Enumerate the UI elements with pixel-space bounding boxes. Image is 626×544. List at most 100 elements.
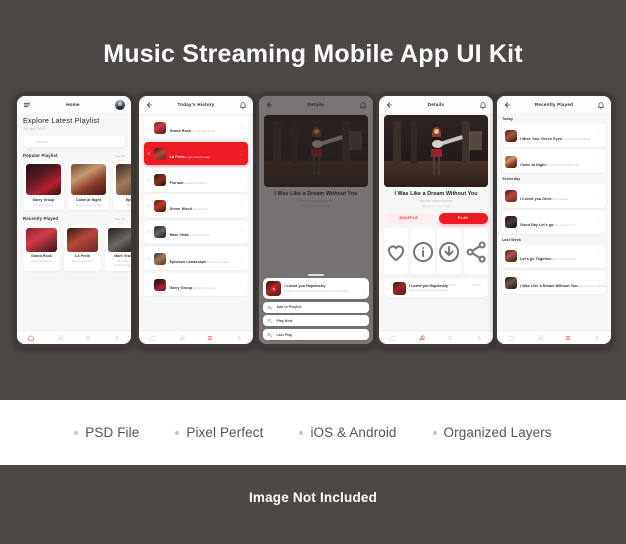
nav-person-icon[interactable] xyxy=(114,335,120,341)
more-options-icon[interactable]: ⋮ xyxy=(361,286,366,291)
list-item[interactable]: 3 FloriumIngredia Nutrisha ⋮ xyxy=(144,168,248,192)
list-item[interactable]: 2 La PerlaFergus Douchebag ⋮ xyxy=(144,142,248,166)
see-all-link[interactable]: See all xyxy=(115,154,125,158)
nav-list-icon[interactable] xyxy=(85,335,91,341)
menu-item-add-to-playlist[interactable]: Add to Playlist › xyxy=(263,301,369,313)
nav-person-icon[interactable] xyxy=(476,335,482,341)
feature-item: Organized Layers xyxy=(432,425,552,440)
album-art xyxy=(70,164,107,196)
track-title: I Miss Your Green Eyes xyxy=(520,136,562,141)
bottom-nav xyxy=(17,330,131,344)
more-options-icon[interactable]: ⋮ xyxy=(239,230,244,235)
track-title: I Loved you Hopelessly xyxy=(409,284,448,289)
playlist-card[interactable]: Grand Rock Hugh Saturation xyxy=(23,224,60,271)
more-options-icon[interactable]: ⋮ xyxy=(239,125,244,130)
playlist-card[interactable]: Come at Night Fergus Douchebag xyxy=(68,161,109,211)
nav-home-icon[interactable] xyxy=(28,335,34,341)
track-title: Good Day Let's go xyxy=(520,223,554,228)
track-artist: Fergus Douchebag xyxy=(184,154,210,159)
drag-handle[interactable] xyxy=(308,274,324,276)
list-item[interactable]: 6 Ephesus LandscapeBenjamin Evalent ⋮ xyxy=(144,246,248,271)
nav-music-icon[interactable] xyxy=(537,334,543,341)
playlist-card[interactable]: Ephesus Benjamin xyxy=(113,161,131,211)
more-options-icon[interactable]: ⋮ xyxy=(597,193,602,198)
list-item[interactable]: Come at NightIndependentista Brossan ⋮ xyxy=(502,150,606,174)
playlist-card[interactable]: Garry Group Gunther Beard xyxy=(23,161,64,211)
more-options-icon[interactable]: ⋮ xyxy=(597,133,602,138)
back-arrow-icon[interactable] xyxy=(385,101,393,109)
track-artist: Alan Fresco xyxy=(191,207,208,212)
feature-label: PSD File xyxy=(85,425,140,440)
heading-date: 19 Sep, 2022 xyxy=(23,127,46,132)
nav-person-icon[interactable] xyxy=(594,335,600,341)
track-artist: Max Conversion xyxy=(553,223,576,228)
playlist-card[interactable]: La Perla Max Conversion xyxy=(64,224,101,271)
play-icon[interactable] xyxy=(270,285,277,292)
more-options-icon[interactable]: ⋮ xyxy=(597,159,602,164)
more-options-icon[interactable]: ⋮ xyxy=(597,254,602,259)
now-playing-description: Curabitur ut aoequet lectus amet efficit… xyxy=(284,289,349,293)
list-item[interactable]: Let's go TogetherWisteria Valentine ⋮ xyxy=(502,244,606,268)
album-info-button[interactable]: Album Info xyxy=(410,227,435,287)
download-icon xyxy=(437,231,461,273)
track-artist: Benjamin Evalent xyxy=(206,259,230,264)
share-button[interactable]: Share xyxy=(463,227,488,287)
track-artist: Manuel Internetquelle xyxy=(577,283,607,288)
nav-music-icon[interactable] xyxy=(419,334,425,341)
nav-home-icon[interactable] xyxy=(508,335,514,341)
info-icon xyxy=(411,231,435,273)
list-item[interactable]: 1 Grand RockGriff Bladderbeast ⋮ xyxy=(144,116,248,140)
list-item[interactable]: I Was Like a Dream Without YouManuel Int… xyxy=(502,270,607,295)
share-icon xyxy=(464,231,488,273)
download-button[interactable]: Download xyxy=(437,227,462,287)
track-number: 3 xyxy=(147,177,150,182)
nav-home-icon[interactable] xyxy=(150,335,156,341)
track-number: 4 xyxy=(147,204,150,209)
list-item[interactable]: I Loved you OnceJens Strohm ⋮ xyxy=(502,184,606,208)
more-options-icon[interactable]: ⋮ xyxy=(239,151,244,156)
more-options-icon[interactable]: ⋮ xyxy=(239,282,244,287)
track-artist: Manuel Internetquelle xyxy=(561,136,591,141)
track-title: Florium xyxy=(169,180,184,185)
more-options-icon[interactable]: ⋮ xyxy=(239,256,244,261)
bell-icon[interactable] xyxy=(597,101,605,109)
menu-item-play-next[interactable]: Play Next › xyxy=(263,315,369,327)
bell-icon[interactable] xyxy=(479,101,487,109)
nav-home-icon[interactable] xyxy=(390,335,396,341)
bell-icon[interactable] xyxy=(239,101,247,109)
now-playing-card[interactable]: I Loved you Hopelessly Curabitur ut aoeq… xyxy=(263,278,369,300)
more-options-icon[interactable]: ⋮ xyxy=(597,220,602,225)
playlist-card[interactable]: Mare Vista Benjamin Entertainment xyxy=(105,224,131,271)
more-options-icon[interactable]: ⋮ xyxy=(597,280,602,285)
nav-list-icon[interactable] xyxy=(207,335,213,341)
search-input[interactable]: Search xyxy=(23,136,125,153)
avatar[interactable] xyxy=(115,99,125,110)
see-all-link[interactable]: See all xyxy=(115,217,125,221)
history-appbar-title: Today's History xyxy=(177,102,215,107)
list-item[interactable]: Good Day Let's goMax Conversion ⋮ xyxy=(502,210,606,234)
group-label: Today xyxy=(502,117,514,121)
nav-list-icon[interactable] xyxy=(565,335,571,341)
more-options-icon[interactable]: ⋮ xyxy=(239,177,244,182)
nav-music-icon[interactable] xyxy=(57,334,63,341)
group-label: Yesterday xyxy=(502,177,521,182)
more-options-icon[interactable]: ⋮ xyxy=(239,204,244,209)
nav-music-icon[interactable] xyxy=(179,334,185,341)
list-item[interactable]: 7 Garry GroupValentino Morose ⋮ xyxy=(144,273,248,297)
nav-person-icon[interactable] xyxy=(236,335,242,341)
back-arrow-icon[interactable] xyxy=(503,101,511,109)
album-art xyxy=(392,281,406,295)
group-label: Last Week xyxy=(502,237,522,242)
shuffle-button[interactable]: SHUFFLE xyxy=(384,212,434,224)
track-artist: Ingredia Nutrisha xyxy=(183,180,207,185)
menu-item-last-play[interactable]: Last Play › xyxy=(263,329,369,340)
list-item[interactable]: I Miss Your Green EyesManuel Internetque… xyxy=(502,124,606,148)
back-arrow-icon[interactable] xyxy=(145,101,153,109)
hamburger-icon[interactable] xyxy=(23,101,31,109)
more-options-icon[interactable]: ⋮ xyxy=(479,286,484,291)
nav-list-icon[interactable] xyxy=(447,335,453,341)
list-item[interactable]: 5 Mare VistaDesmond Eagle ⋮ xyxy=(144,220,248,244)
list-item[interactable]: 4 Green WoodAlan Fresco ⋮ xyxy=(144,194,248,218)
favorite-button[interactable]: Favorite xyxy=(384,227,409,287)
play-button[interactable]: PLAY xyxy=(438,212,488,224)
